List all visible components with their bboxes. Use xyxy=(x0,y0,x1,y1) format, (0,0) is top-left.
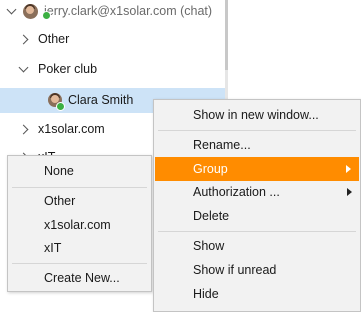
group-row-poker-club[interactable]: Poker club xyxy=(18,58,98,80)
menu-item-label: Group xyxy=(193,162,228,176)
menu-item-hide[interactable]: Hide xyxy=(154,282,360,306)
submenu-item-create-new[interactable]: Create New... xyxy=(8,266,151,290)
menu-item-label: Rename... xyxy=(193,138,251,152)
contact-row-clara-smith[interactable]: Clara Smith xyxy=(48,89,133,111)
menu-item-label: xIT xyxy=(44,241,62,255)
menu-item-authorization[interactable]: Authorization ... xyxy=(154,180,360,204)
group-row-other[interactable]: Other xyxy=(18,28,70,50)
context-menu: Show in new window... Rename... Group Au… xyxy=(153,99,361,312)
submenu-arrow-icon xyxy=(346,165,351,173)
account-avatar-icon xyxy=(23,3,38,19)
account-row[interactable]: jerry.clark@x1solar.com (chat) xyxy=(6,0,213,22)
menu-item-label: Create New... xyxy=(44,271,120,285)
group-label: Other xyxy=(38,32,70,46)
roster-window: jerry.clark@x1solar.com (chat) Other Pok… xyxy=(0,0,361,312)
menu-item-label: None xyxy=(44,164,74,178)
menu-item-rename[interactable]: Rename... xyxy=(154,133,360,157)
menu-separator xyxy=(12,263,147,264)
chevron-down-icon[interactable] xyxy=(18,62,29,72)
menu-item-label: Delete xyxy=(193,209,230,223)
menu-separator xyxy=(158,130,356,131)
group-label: x1solar.com xyxy=(38,122,105,136)
group-submenu: None Other x1solar.com xIT Create New... xyxy=(7,155,152,292)
menu-item-show-in-new-window[interactable]: Show in new window... xyxy=(154,103,360,127)
tree-scrollbar-thumb[interactable] xyxy=(225,0,228,70)
menu-item-label: Show if unread xyxy=(193,263,277,277)
submenu-arrow-icon xyxy=(347,188,352,196)
submenu-item-xit[interactable]: xIT xyxy=(8,236,151,260)
menu-item-show-if-unread[interactable]: Show if unread xyxy=(154,258,360,282)
menu-item-label: Other xyxy=(44,194,76,208)
menu-separator xyxy=(12,187,147,188)
menu-item-show[interactable]: Show xyxy=(154,234,360,258)
menu-item-group[interactable]: Group xyxy=(155,157,359,181)
menu-separator xyxy=(158,231,356,232)
group-row-x1solar[interactable]: x1solar.com xyxy=(18,118,105,140)
menu-item-delete[interactable]: Delete xyxy=(154,204,360,228)
menu-item-label: Show xyxy=(193,239,225,253)
submenu-item-other[interactable]: Other xyxy=(8,189,151,213)
chevron-right-icon[interactable] xyxy=(18,124,29,134)
contact-name: Clara Smith xyxy=(68,93,134,107)
chevron-right-icon[interactable] xyxy=(18,34,29,44)
menu-item-label: Authorization ... xyxy=(193,185,280,199)
presence-online-icon xyxy=(42,11,51,20)
menu-item-label: Hide xyxy=(193,287,219,301)
chevron-down-icon[interactable] xyxy=(6,4,17,14)
submenu-item-none[interactable]: None xyxy=(8,159,151,183)
menu-item-label: x1solar.com xyxy=(44,218,111,232)
submenu-item-x1solar[interactable]: x1solar.com xyxy=(8,213,151,237)
group-label: Poker club xyxy=(38,62,98,76)
menu-item-label: Show in new window... xyxy=(193,108,319,122)
account-label: jerry.clark@x1solar.com (chat) xyxy=(44,4,213,18)
presence-online-icon xyxy=(56,102,65,111)
